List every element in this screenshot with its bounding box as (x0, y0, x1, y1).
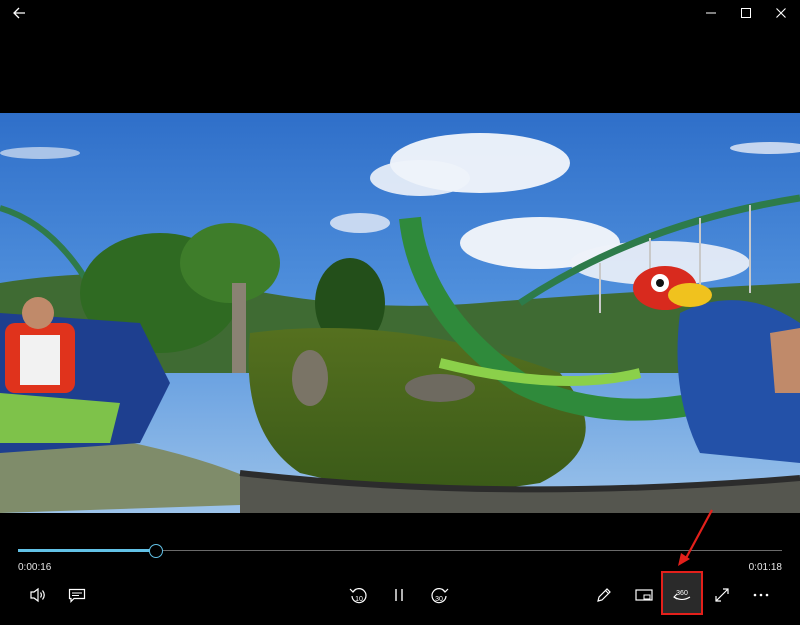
seek-thumb[interactable] (148, 544, 163, 558)
fullscreen-button[interactable] (704, 580, 740, 610)
volume-icon (30, 587, 45, 603)
total-time: 0:01:18 (748, 562, 782, 573)
annotation-arrow (678, 509, 713, 566)
view-360-label: 360 (676, 590, 688, 597)
fullscreen-icon (715, 588, 729, 602)
pause-icon (395, 589, 403, 601)
pause-button[interactable] (381, 580, 417, 610)
elapsed-time: 0:00:16 (18, 562, 52, 573)
view-360-button[interactable]: 360 (664, 580, 700, 610)
skip-forward-button[interactable]: 30 (421, 580, 457, 610)
edit-button[interactable] (586, 580, 622, 610)
skip-back-icon: 10 (349, 588, 367, 604)
back-arrow-icon (13, 7, 25, 19)
subtitles-button[interactable] (59, 580, 95, 610)
title-bar (0, 0, 800, 26)
skip-back-label: 10 (355, 596, 363, 603)
subtitles-icon (68, 588, 86, 603)
skip-forward-label: 30 (435, 596, 443, 603)
maximize-icon (741, 8, 751, 18)
close-icon (776, 8, 786, 18)
seek-bar[interactable] (18, 543, 782, 559)
skip-forward-icon: 30 (431, 588, 449, 604)
video-frame[interactable] (0, 113, 800, 513)
360-icon: 360 (673, 590, 691, 601)
mini-view-button[interactable] (626, 580, 662, 610)
video-scene (0, 113, 800, 513)
skip-back-button[interactable]: 10 (341, 580, 377, 610)
maximize-button[interactable] (731, 0, 761, 26)
more-icon (753, 593, 769, 597)
seek-progress (18, 549, 156, 552)
close-button[interactable] (766, 0, 796, 26)
more-button[interactable] (743, 580, 779, 610)
pencil-icon (597, 588, 611, 602)
minimize-icon (706, 12, 716, 14)
minimize-button[interactable] (696, 0, 726, 26)
volume-button[interactable] (20, 580, 56, 610)
back-button[interactable] (6, 0, 32, 26)
mini-view-icon (635, 589, 653, 601)
